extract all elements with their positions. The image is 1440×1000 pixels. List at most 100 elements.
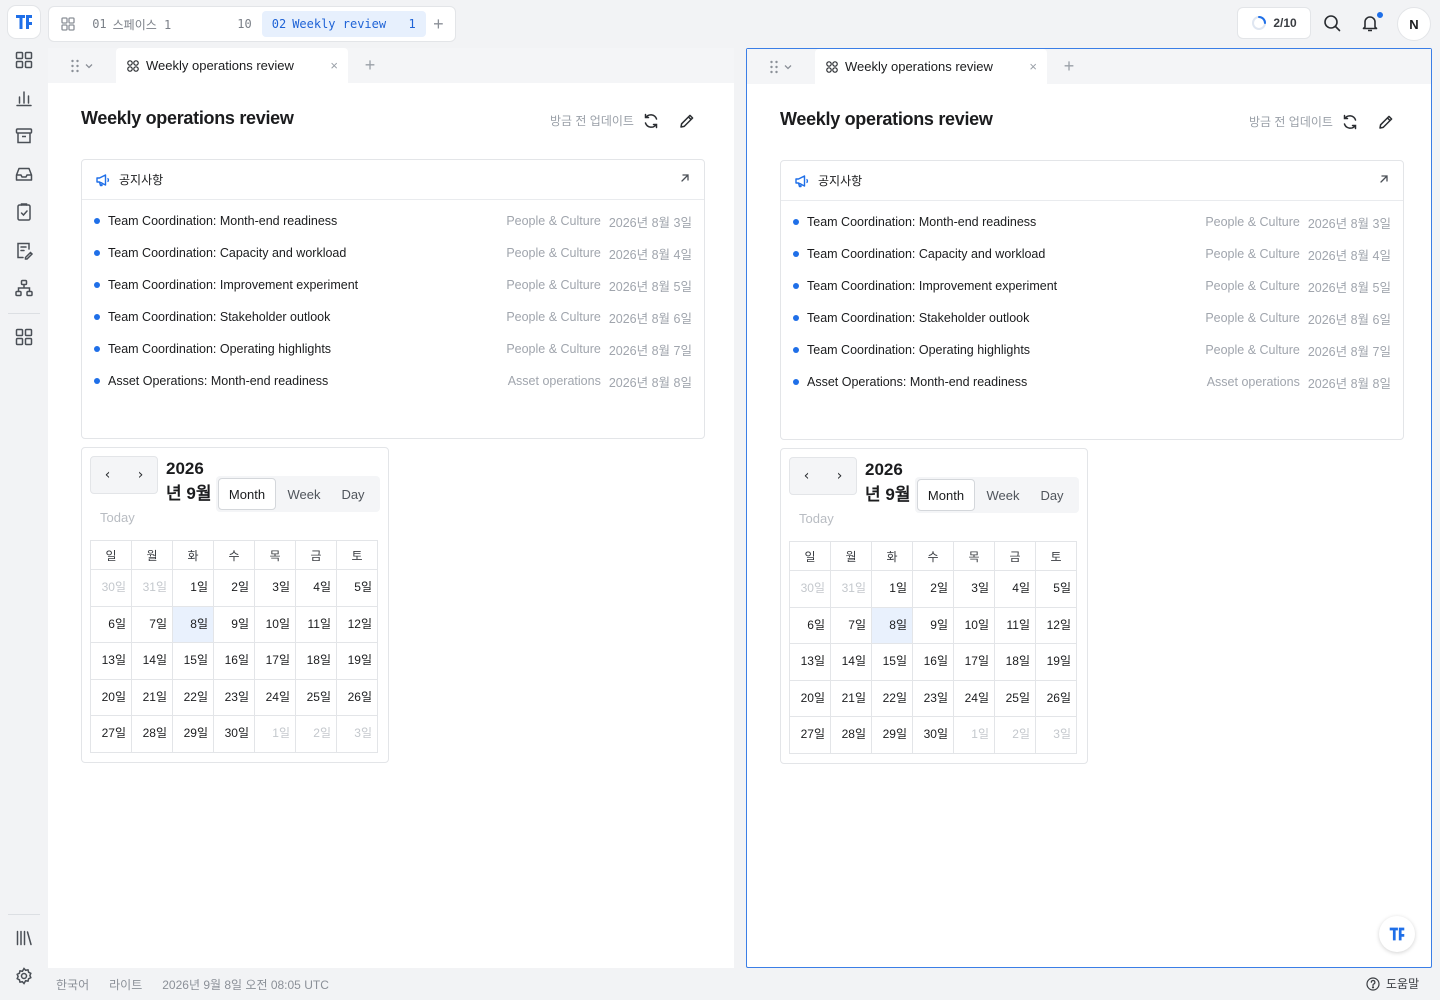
app-logo[interactable] [8, 6, 40, 38]
calendar-day[interactable]: 26일 [336, 678, 378, 716]
next-month-button[interactable]: › [823, 458, 856, 494]
calendar-day[interactable]: 25일 [994, 679, 1036, 717]
calendar-day[interactable]: 23일 [912, 679, 954, 717]
calendar-day-today[interactable]: 8일 [172, 605, 214, 643]
calendar-day[interactable]: 31일 [830, 570, 872, 608]
calendar-day[interactable]: 15일 [172, 642, 214, 680]
calendar-day[interactable]: 2일 [213, 569, 255, 607]
calendar-day[interactable]: 10일 [953, 606, 995, 644]
calendar-day[interactable]: 16일 [912, 643, 954, 681]
close-icon[interactable]: × [330, 58, 338, 73]
org-chart-icon[interactable] [12, 276, 36, 300]
library-icon[interactable] [12, 926, 36, 950]
notice-item[interactable]: Team Coordination: Month-end readiness Pe… [82, 205, 704, 237]
settings-icon[interactable] [12, 964, 36, 988]
calendar-day[interactable]: 30일 [90, 569, 132, 607]
calendar-day[interactable]: 1일 [254, 715, 296, 753]
calendar-day[interactable]: 25일 [295, 678, 337, 716]
view-week-button[interactable]: Week [276, 478, 332, 510]
calendar-day[interactable]: 2일 [295, 715, 337, 753]
notice-item[interactable]: Team Coordination: Improvement experimen… [82, 269, 704, 301]
calendar-day[interactable]: 3일 [1035, 716, 1077, 754]
calendar-day[interactable]: 27일 [90, 715, 132, 753]
inbox-icon[interactable] [12, 162, 36, 186]
calendar-day[interactable]: 15일 [871, 643, 913, 681]
calendar-day[interactable]: 13일 [789, 643, 831, 681]
language-selector[interactable]: 한국어 [56, 976, 89, 993]
avatar[interactable]: N [1397, 7, 1431, 41]
calendar-day[interactable]: 30일 [912, 716, 954, 754]
view-day-button[interactable]: Day [1031, 479, 1073, 511]
calendar-day[interactable]: 6일 [789, 606, 831, 644]
notice-item[interactable]: Team Coordination: Stakeholder outlook Pe… [781, 302, 1403, 334]
expand-arrow-icon[interactable] [1378, 173, 1390, 188]
notice-item[interactable]: Team Coordination: Capacity and workload… [781, 238, 1403, 270]
dashboard-icon[interactable] [12, 48, 36, 72]
expand-arrow-icon[interactable] [679, 172, 691, 187]
prev-month-button[interactable]: ‹ [790, 458, 823, 494]
view-month-button[interactable]: Month [218, 478, 276, 510]
calendar-day[interactable]: 3일 [254, 569, 296, 607]
calendar-day[interactable]: 23일 [213, 678, 255, 716]
refresh-icon[interactable] [640, 110, 662, 132]
panel-tab[interactable]: Weekly operations review × [815, 49, 1047, 84]
space-overview-icon[interactable] [53, 11, 82, 37]
calendar-day[interactable]: 22일 [172, 678, 214, 716]
calendar-day[interactable]: 9일 [213, 605, 255, 643]
notice-item[interactable]: Team Coordination: Capacity and workload… [82, 237, 704, 269]
add-tab-button[interactable]: + [348, 48, 392, 83]
refresh-icon[interactable] [1339, 111, 1361, 133]
view-week-button[interactable]: Week [975, 479, 1031, 511]
calendar-day[interactable]: 22일 [871, 679, 913, 717]
edit-pencil-icon[interactable] [1375, 111, 1397, 133]
calendar-day[interactable]: 18일 [295, 642, 337, 680]
document-edit-icon[interactable] [12, 238, 36, 262]
space-tab-2[interactable]: 02 Weekly review 1 [261, 11, 426, 37]
calendar-day[interactable]: 20일 [90, 678, 132, 716]
calendar-day[interactable]: 5일 [1035, 570, 1077, 608]
help-button[interactable]: 도움말 [1366, 975, 1419, 992]
calendar-day[interactable]: 30일 [213, 715, 255, 753]
calendar-day[interactable]: 6일 [90, 605, 132, 643]
calendar-day[interactable]: 29일 [172, 715, 214, 753]
calendar-day[interactable]: 17일 [953, 643, 995, 681]
calendar-day[interactable]: 7일 [131, 605, 173, 643]
calendar-day[interactable]: 26일 [1035, 679, 1077, 717]
calendar-day-today[interactable]: 8일 [871, 606, 913, 644]
apps-grid-icon[interactable] [12, 325, 36, 349]
progress-indicator[interactable]: 2/10 [1237, 7, 1311, 39]
calendar-day[interactable]: 11일 [295, 605, 337, 643]
calendar-day[interactable]: 3일 [953, 570, 995, 608]
calendar-day[interactable]: 27일 [789, 716, 831, 754]
assistant-fab-button[interactable] [1379, 916, 1415, 952]
calendar-day[interactable]: 2일 [912, 570, 954, 608]
calendar-day[interactable]: 21일 [131, 678, 173, 716]
drag-handle-icon[interactable] [747, 49, 815, 84]
calendar-day[interactable]: 17일 [254, 642, 296, 680]
notice-item[interactable]: Team Coordination: Operating highlights P… [781, 334, 1403, 366]
calendar-day[interactable]: 2일 [994, 716, 1036, 754]
notice-item[interactable]: Asset Operations: Month-end readiness Ass… [82, 365, 704, 397]
calendar-day[interactable]: 24일 [254, 678, 296, 716]
task-check-icon[interactable] [12, 200, 36, 224]
notice-item[interactable]: Team Coordination: Improvement experimen… [781, 270, 1403, 302]
notice-item[interactable]: Asset Operations: Month-end readiness Ass… [781, 366, 1403, 398]
drag-handle-icon[interactable] [48, 48, 116, 83]
today-button[interactable]: Today [100, 510, 135, 525]
calendar-day[interactable]: 18일 [994, 643, 1036, 681]
notice-item[interactable]: Team Coordination: Month-end readiness Pe… [781, 206, 1403, 238]
add-space-button[interactable]: + [426, 11, 451, 37]
calendar-day[interactable]: 5일 [336, 569, 378, 607]
calendar-day[interactable]: 28일 [830, 716, 872, 754]
calendar-day[interactable]: 21일 [830, 679, 872, 717]
chart-icon[interactable] [12, 86, 36, 110]
calendar-day[interactable]: 9일 [912, 606, 954, 644]
calendar-day[interactable]: 28일 [131, 715, 173, 753]
calendar-day[interactable]: 30일 [789, 570, 831, 608]
calendar-day[interactable]: 1일 [172, 569, 214, 607]
view-month-button[interactable]: Month [917, 479, 975, 511]
calendar-day[interactable]: 14일 [830, 643, 872, 681]
calendar-day[interactable]: 12일 [336, 605, 378, 643]
calendar-day[interactable]: 4일 [295, 569, 337, 607]
search-icon[interactable] [1321, 12, 1343, 34]
